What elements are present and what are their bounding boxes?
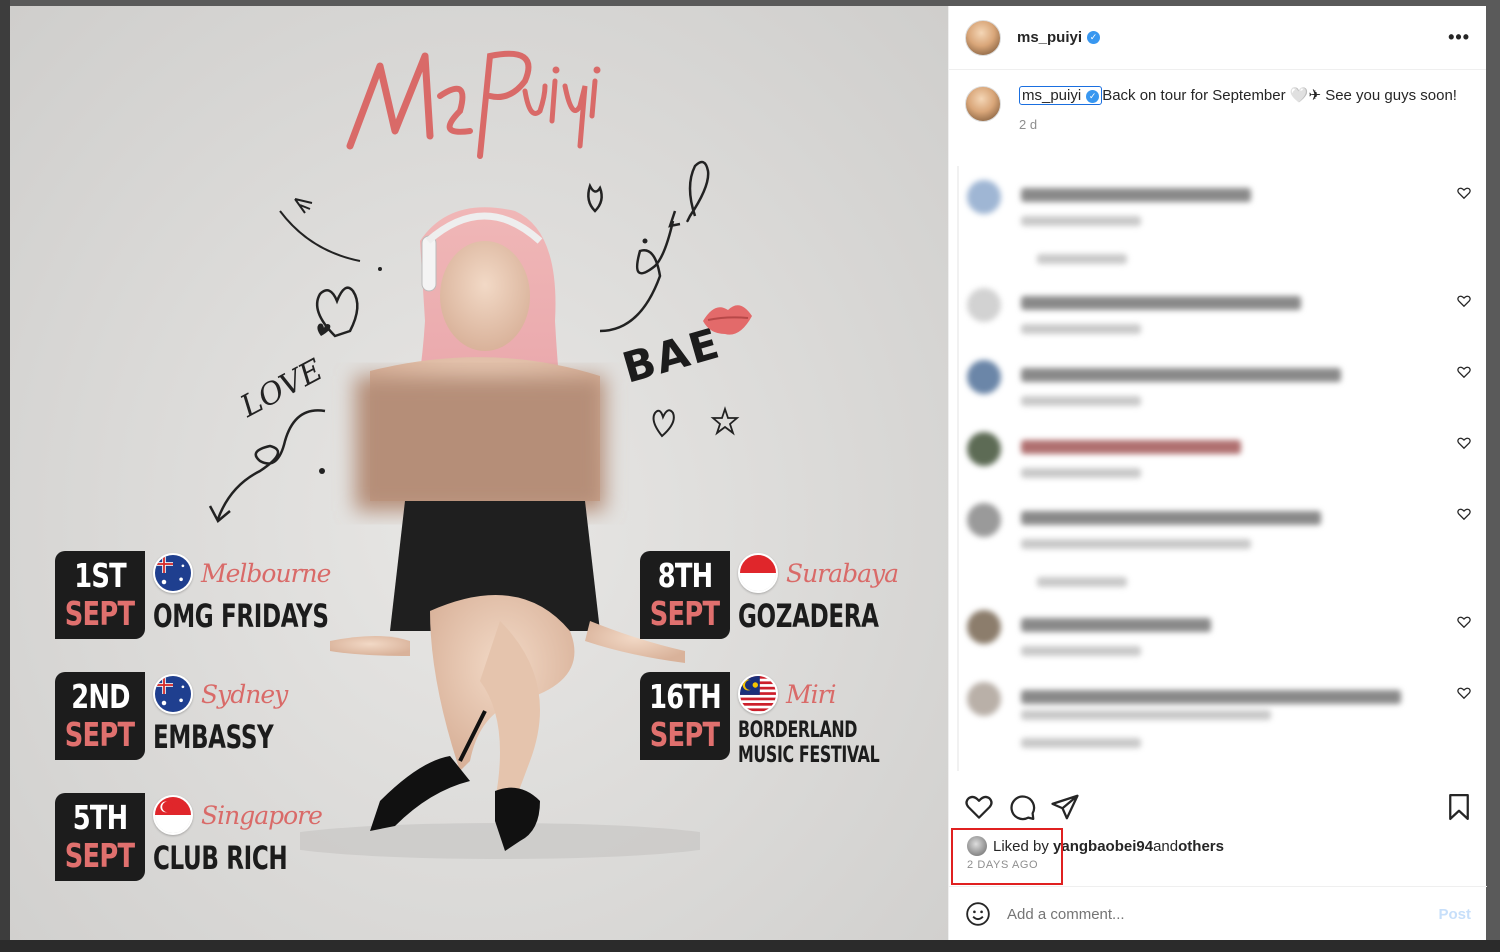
event-item: 5TH SEPT Singapore CLUB RICH	[55, 793, 340, 881]
comment-like-icon[interactable]	[1457, 615, 1471, 629]
post-header: ms_puiyi ✓ •••	[949, 6, 1486, 70]
more-options-icon[interactable]: •••	[1448, 27, 1470, 48]
comment-like-icon[interactable]	[1457, 294, 1471, 308]
indonesia-flag-icon	[738, 553, 778, 593]
comment-like-icon[interactable]	[1457, 686, 1471, 700]
comment-item-blurred	[959, 284, 1479, 364]
comment-item-blurred	[959, 176, 1479, 264]
caption-avatar[interactable]	[965, 86, 1001, 122]
caption-timestamp[interactable]: 2 d	[1019, 115, 1457, 134]
city-name: Surabaya	[786, 558, 899, 588]
date-day: 5TH	[72, 798, 128, 837]
malaysia-flag-icon	[738, 674, 778, 714]
comment-item-blurred	[959, 678, 1479, 758]
event-item: 1ST SEPT Melbourne OMG FRIDAYS	[55, 551, 397, 639]
like-heart-icon[interactable]	[964, 792, 994, 822]
post-comment-button[interactable]: Post	[1438, 906, 1471, 923]
add-comment-bar: Post	[949, 886, 1487, 941]
lips-icon	[703, 305, 752, 335]
backdrop[interactable]	[0, 0, 10, 952]
caption-username-text[interactable]: ms_puiyi	[1022, 87, 1081, 104]
venue-name: OMG FRIDAYS	[153, 597, 329, 635]
singapore-flag-icon	[153, 795, 193, 835]
post-image[interactable]: LOVE BAE 1ST SEPT Melbourne OMG FRIDAYS …	[10, 6, 948, 941]
author-avatar[interactable]	[965, 19, 1001, 56]
venue-name: EMBASSY	[153, 718, 274, 756]
comment-input[interactable]	[1007, 905, 1439, 923]
venue-name-line1: BORDERLAND	[738, 718, 858, 743]
comment-item-blurred	[959, 428, 1479, 508]
verified-badge-icon: ✓	[1086, 89, 1100, 103]
venue-name: CLUB RICH	[153, 839, 288, 877]
annotation-highlight-box	[951, 828, 1063, 885]
event-item: 8TH SEPT Surabaya GOZADERA	[640, 551, 933, 639]
likes-others-link[interactable]: others	[1178, 838, 1224, 855]
comment-item-blurred	[959, 606, 1479, 686]
date-month: SEPT	[650, 594, 720, 633]
date-month: SEPT	[65, 715, 135, 754]
date-day: 16TH	[649, 677, 722, 716]
city-name: Sydney	[201, 679, 288, 709]
post-side-panel: ms_puiyi ✓ ••• ms_puiyi ✓ Back on tour for…	[948, 6, 1487, 941]
post-actions-bar	[949, 788, 1487, 828]
liker-username[interactable]: yangbaobei94	[1053, 838, 1153, 855]
venue-name: GOZADERA	[738, 597, 879, 635]
date-day: 2ND	[70, 677, 130, 716]
brand-signature-logo	[346, 50, 601, 159]
comment-like-icon[interactable]	[1457, 436, 1471, 450]
author-username[interactable]: ms_puiyi	[1017, 29, 1082, 46]
backdrop-bottom[interactable]	[0, 940, 1500, 952]
verified-badge-icon: ✓	[1087, 31, 1101, 44]
date-month: SEPT	[650, 715, 720, 754]
date-badge: 16TH SEPT	[640, 672, 730, 760]
australia-flag-icon	[153, 674, 193, 714]
date-badge: 5TH SEPT	[55, 793, 145, 881]
date-day: 1ST	[74, 556, 126, 595]
comment-like-icon[interactable]	[1457, 365, 1471, 379]
event-item: 2ND SEPT Sydney EMBASSY	[55, 672, 320, 760]
liked-by-middle: and	[1153, 837, 1179, 855]
caption-username[interactable]: ms_puiyi ✓	[1019, 86, 1103, 105]
post-caption: ms_puiyi ✓ Back on tour for September 🤍✈ S…	[965, 86, 1475, 134]
share-icon[interactable]	[1050, 792, 1080, 822]
city-name: Singapore	[201, 800, 323, 830]
event-item: 16TH SEPT Miri BORDERLAND MUSIC FESTIVAL	[640, 672, 934, 768]
city-name: Miri	[786, 679, 837, 709]
instagram-post-modal: LOVE BAE 1ST SEPT Melbourne OMG FRIDAYS …	[0, 0, 1500, 952]
date-day: 8TH	[657, 556, 713, 595]
date-badge: 2ND SEPT	[55, 672, 145, 760]
comment-icon[interactable]	[1007, 792, 1037, 822]
date-month: SEPT	[65, 594, 135, 633]
caption-text: Back on tour for September 🤍✈ See you gu…	[1102, 87, 1457, 104]
australia-flag-icon	[153, 553, 193, 593]
venue-name-line2: MUSIC FESTIVAL	[738, 743, 880, 768]
comment-like-icon[interactable]	[1457, 186, 1471, 200]
date-month: SEPT	[65, 836, 135, 875]
bookmark-icon[interactable]	[1444, 792, 1474, 822]
emoji-icon[interactable]	[965, 901, 991, 927]
comment-like-icon[interactable]	[1457, 507, 1471, 521]
comment-item-blurred	[959, 356, 1479, 436]
comments-list[interactable]	[957, 166, 1479, 771]
date-badge: 8TH SEPT	[640, 551, 730, 639]
date-badge: 1ST SEPT	[55, 551, 145, 639]
city-name: Melbourne	[201, 558, 331, 588]
comment-item-blurred	[959, 499, 1479, 587]
